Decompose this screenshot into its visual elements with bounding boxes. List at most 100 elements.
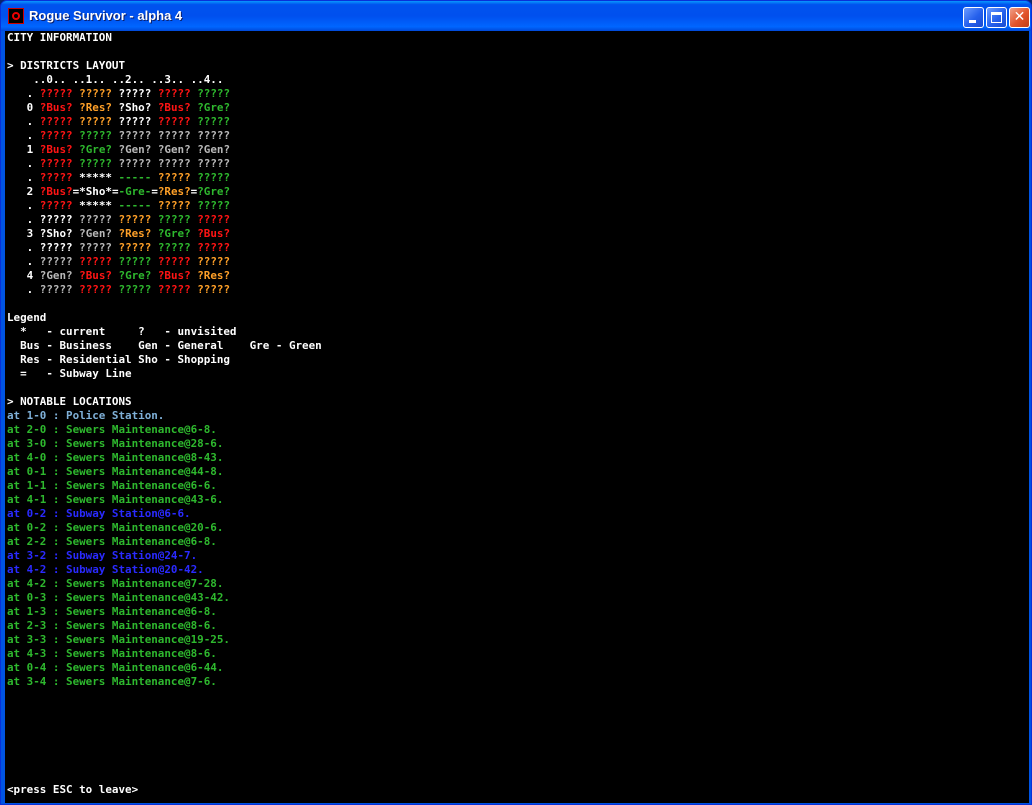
district-cell: ?????	[197, 199, 231, 212]
district-cell: ?Gen?	[39, 269, 73, 282]
location-item: at 4-0 : Sewers Maintenance@8-43.	[7, 451, 224, 464]
notable-locations-heading: > NOTABLE LOCATIONS	[7, 395, 132, 408]
district-cell: ?????	[157, 87, 191, 100]
location-item: at 4-2 : Sewers Maintenance@7-28.	[7, 577, 224, 590]
district-cell: ?????	[118, 255, 152, 268]
district-cell: ?Sho?	[118, 101, 152, 114]
district-cell: ?Bus?	[39, 185, 73, 198]
district-cell: ?Gen?	[79, 227, 112, 240]
minimize-button[interactable]	[963, 7, 984, 28]
close-button[interactable]: ✕	[1009, 7, 1030, 28]
grid-row-label: .	[7, 87, 40, 100]
district-cell: ?????	[157, 171, 191, 184]
location-item: at 0-2 : Sewers Maintenance@20-6.	[7, 521, 224, 534]
district-cell: ?????	[197, 115, 231, 128]
grid-row-label: .	[7, 115, 40, 128]
district-cell: -----	[118, 199, 152, 212]
location-item: at 1-0 : Police Station.	[7, 409, 165, 422]
district-cell: ?????	[197, 213, 231, 226]
districts-heading: > DISTRICTS LAYOUT	[7, 59, 126, 72]
district-cell: ?????	[79, 115, 112, 128]
location-item: at 4-2 : Subway Station@20-42.	[7, 563, 204, 576]
title-bar[interactable]: Rogue Survivor - alpha 4 ✕	[1, 1, 1031, 31]
district-cell: ?????	[39, 171, 73, 184]
district-cell: -----	[118, 171, 152, 184]
location-item: at 3-4 : Sewers Maintenance@7-6.	[7, 675, 217, 688]
district-cell: ?????	[39, 129, 73, 142]
location-item: at 3-3 : Sewers Maintenance@19-25.	[7, 633, 230, 646]
district-cell: ?Gre?	[79, 143, 112, 156]
location-item: at 0-4 : Sewers Maintenance@6-44.	[7, 661, 224, 674]
location-item: at 3-0 : Sewers Maintenance@28-6.	[7, 437, 224, 450]
district-cell: ?????	[197, 157, 231, 170]
district-cell: ?????	[79, 241, 112, 254]
location-item: at 2-2 : Sewers Maintenance@6-8.	[7, 535, 217, 548]
district-cell: ?Gre?	[197, 101, 231, 114]
district-cell: ?????	[157, 241, 191, 254]
district-cell: ?????	[79, 129, 112, 142]
district-cell: ?????	[197, 283, 231, 296]
legend-line: Bus - Business Gen - General Gre - Green	[7, 339, 322, 352]
grid-column-header: ..0.. ..1.. ..2.. ..3.. ..4..	[7, 73, 224, 86]
district-cell: ?????	[118, 157, 152, 170]
location-item: at 1-3 : Sewers Maintenance@6-8.	[7, 605, 217, 618]
district-cell: ?Bus?	[197, 227, 231, 240]
district-cell: ?????	[118, 115, 152, 128]
grid-row-label: 3	[7, 227, 40, 240]
app-icon[interactable]	[8, 8, 24, 24]
game-console[interactable]: CITY INFORMATION > DISTRICTS LAYOUT ..0.…	[5, 31, 1029, 803]
grid-row-label: .	[7, 129, 40, 142]
grid-row-label: 2	[7, 185, 40, 198]
district-cell: ?Res?	[79, 101, 112, 114]
districts-grid: . ????? ????? ????? ????? ????? 0 ?Bus? …	[7, 87, 230, 296]
district-cell: ?????	[39, 87, 73, 100]
district-cell: ?????	[157, 255, 191, 268]
district-cell: ?????	[79, 283, 112, 296]
district-cell: ?????	[118, 87, 152, 100]
legend-line: = - Subway Line	[7, 367, 132, 380]
district-cell: ?????	[157, 129, 191, 142]
district-cell: ?????	[157, 283, 191, 296]
location-item: at 0-1 : Sewers Maintenance@44-8.	[7, 465, 224, 478]
district-cell: ?Bus?	[39, 101, 73, 114]
location-item: at 4-1 : Sewers Maintenance@43-6.	[7, 493, 224, 506]
district-cell: ?????	[79, 255, 112, 268]
district-cell: ?Gre?	[157, 227, 191, 240]
legend: * - current ? - unvisited Bus - Business…	[7, 325, 322, 380]
grid-row-label: .	[7, 171, 40, 184]
district-cell: ?????	[39, 241, 73, 254]
screen-header: CITY INFORMATION	[7, 31, 112, 44]
district-cell: ?????	[157, 213, 191, 226]
grid-row-label: .	[7, 241, 40, 254]
district-cell: ?Bus?	[79, 269, 112, 282]
close-icon: ✕	[1013, 9, 1026, 25]
location-item: at 0-3 : Sewers Maintenance@43-42.	[7, 591, 230, 604]
maximize-button[interactable]	[986, 7, 1007, 28]
district-cell: ?????	[197, 171, 231, 184]
district-cell: ?????	[157, 157, 191, 170]
district-cell: ?Res?	[118, 227, 152, 240]
grid-row-label: .	[7, 157, 40, 170]
district-cell: ?????	[197, 87, 231, 100]
grid-row-label: 0	[7, 101, 40, 114]
district-cell: ?????	[157, 199, 191, 212]
district-cell: ?????	[39, 157, 73, 170]
district-cell: ?Gen?	[157, 143, 191, 156]
district-cell: ?Res?	[157, 185, 191, 198]
district-cell: ?????	[197, 241, 231, 254]
district-cell: ?????	[118, 129, 152, 142]
window-title: Rogue Survivor - alpha 4	[29, 8, 183, 23]
location-item: at 0-2 : Subway Station@6-6.	[7, 507, 191, 520]
district-cell: ?Bus?	[39, 143, 73, 156]
district-cell: -Gre-	[118, 185, 152, 198]
location-item: at 2-0 : Sewers Maintenance@6-8.	[7, 423, 217, 436]
district-cell: ?????	[118, 241, 152, 254]
grid-row-label: .	[7, 283, 40, 296]
district-cell: ?????	[39, 199, 73, 212]
grid-row-label: .	[7, 199, 40, 212]
location-item: at 4-3 : Sewers Maintenance@8-6.	[7, 647, 217, 660]
grid-row-label: 4	[7, 269, 40, 282]
district-cell: ?????	[79, 213, 112, 226]
location-item: at 1-1 : Sewers Maintenance@6-6.	[7, 479, 217, 492]
district-cell: ?Bus?	[157, 101, 191, 114]
